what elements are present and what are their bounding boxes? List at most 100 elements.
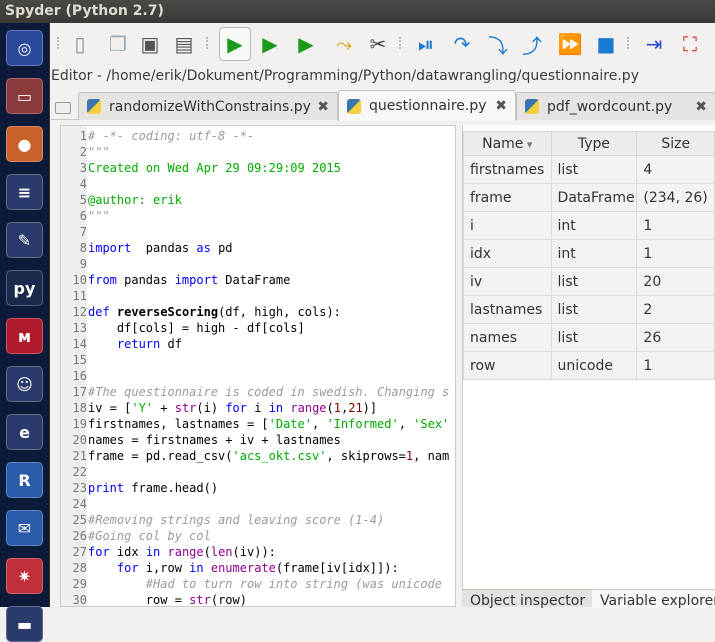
code-line: #Removing strings and leaving score (1-4… xyxy=(88,512,384,528)
column-header-name[interactable]: Name ▾ xyxy=(463,131,552,156)
line-number: 10 xyxy=(72,273,87,287)
bottom-tab[interactable]: Variable explorer xyxy=(592,590,715,608)
line-number: 6 xyxy=(79,209,87,223)
pdf-viewer-icon[interactable]: e xyxy=(6,414,43,450)
table-cell: 1 xyxy=(636,239,715,268)
main-toolbar: ▯ ❐ ▣ ▤ ▶ ▶ ▶ ⤳ ✂ ⏯ ↷ ⤵ ⤴ ⏩ ■ ⇥ ⛶ xyxy=(51,25,715,65)
code-line: def reverseScoring(df, high, cols): xyxy=(88,304,341,320)
maximize-pane-icon[interactable]: ⇥ xyxy=(641,30,667,58)
thunderbird-icon[interactable]: ✉ xyxy=(6,510,43,546)
code-editor[interactable]: 1 2 3 4 5 6 7 8 9 10 11 12 13 14 15 16 17 18 19 20 21 22 23 24 2… xyxy=(60,125,456,607)
code-line: for idx in range(len(iv)): xyxy=(88,544,276,560)
code-token: pandas xyxy=(131,241,197,255)
table-cell: iv xyxy=(463,267,552,296)
table-cell: list xyxy=(550,323,638,352)
r-icon[interactable]: R xyxy=(6,462,43,498)
close-tab-icon[interactable]: ✖ xyxy=(317,99,329,115)
code-token: 'Y' xyxy=(131,401,154,415)
table-row[interactable]: lastnames list 2 xyxy=(463,295,715,324)
toolbar-grip[interactable] xyxy=(57,37,60,49)
open-file-icon[interactable]: ❐ xyxy=(105,30,131,58)
column-header-type[interactable]: Type xyxy=(550,131,638,156)
table-row[interactable]: firstnames list 4 xyxy=(463,155,715,184)
continue-icon[interactable]: ⏩ xyxy=(557,30,583,58)
code-token: for xyxy=(88,561,139,575)
code-token: names = firstnames + iv + lastnames xyxy=(88,433,341,447)
step-return-icon[interactable]: ⤴ xyxy=(519,30,545,58)
editor-tab[interactable]: questionnaire.py ✖ xyxy=(338,90,516,121)
new-file-icon[interactable]: ▯ xyxy=(67,30,93,58)
configure-run-icon[interactable]: ✂ xyxy=(365,30,391,58)
close-tab-icon[interactable]: ✖ xyxy=(495,98,507,114)
line-number-gutter: 1 2 3 4 5 6 7 8 9 10 11 12 13 14 15 16 17 18 19 20 21 22 23 24 2… xyxy=(61,126,87,606)
column-label: Size xyxy=(661,135,691,152)
code-token: DataFrame xyxy=(218,273,291,287)
run-cell-advance-icon[interactable]: ▶ xyxy=(293,30,319,58)
ubuntu-dash-icon[interactable]: ◎ xyxy=(6,30,43,66)
editor-tab[interactable]: randomizeWithConstrains.py ✖ xyxy=(78,92,338,120)
code-line: #The questionnaire is coded in swedish. … xyxy=(88,384,449,400)
pidgin-icon[interactable]: ☺ xyxy=(6,366,43,402)
code-token: df[cols] = high - df[cols] xyxy=(88,321,305,335)
line-number: 4 xyxy=(79,177,87,191)
column-label: Name xyxy=(482,135,524,152)
code-line: return df xyxy=(88,336,182,352)
mendeley-icon[interactable]: ᴍ xyxy=(6,318,43,354)
table-row[interactable]: frame DataFrame (234, 26) xyxy=(463,183,715,212)
python-icon[interactable]: py xyxy=(6,270,43,306)
settings-icon[interactable]: ✎ xyxy=(6,222,43,258)
files-icon[interactable]: ▭ xyxy=(6,78,43,114)
spyder-icon[interactable]: ✷ xyxy=(6,558,43,594)
code-line: df[cols] = high - df[cols] xyxy=(88,320,305,336)
line-number: 29 xyxy=(72,577,87,591)
python-file-icon xyxy=(347,98,361,114)
table-cell: names xyxy=(463,323,552,352)
toolbar-grip[interactable] xyxy=(206,37,209,49)
code-token: import xyxy=(174,273,219,287)
line-number: 3 xyxy=(79,161,87,175)
code-line: #Going col by col xyxy=(88,528,211,544)
close-tab-icon[interactable]: ✖ xyxy=(695,99,707,115)
line-number: 11 xyxy=(72,289,87,303)
table-row[interactable]: names list 26 xyxy=(463,323,715,352)
run-selection-icon[interactable]: ⤳ xyxy=(331,30,357,58)
bottom-tab[interactable]: Object inspector xyxy=(462,590,592,608)
line-number: 27 xyxy=(72,545,87,559)
line-number: 13 xyxy=(72,321,87,335)
step-icon[interactable]: ↷ xyxy=(449,30,475,58)
disk-icon[interactable]: ▬ xyxy=(6,606,43,642)
code-token: #Removing strings and leaving score (1-4… xyxy=(88,513,385,527)
table-cell: unicode xyxy=(550,351,638,380)
editor-tab-bar: randomizeWithConstrains.py ✖ questionnaire… xyxy=(51,90,715,121)
code-token: def xyxy=(88,305,110,319)
code-token: i,row xyxy=(138,561,190,575)
tab-browse-icon[interactable] xyxy=(55,102,71,114)
editor-tab[interactable]: pdf_wordcount.py ✖ xyxy=(516,92,715,120)
writer-icon[interactable]: ≡ xyxy=(6,174,43,210)
table-row[interactable]: idx int 1 xyxy=(463,239,715,268)
run-cell-icon[interactable]: ▶ xyxy=(257,30,283,58)
column-header-size[interactable]: Size xyxy=(636,131,715,156)
save-icon[interactable]: ▣ xyxy=(137,30,163,58)
table-cell: 20 xyxy=(636,267,715,296)
line-number: 26 xyxy=(72,529,87,543)
table-row[interactable]: row unicode 1 xyxy=(463,351,715,380)
debug-icon[interactable]: ⏯ xyxy=(413,30,439,58)
firefox-icon[interactable]: ● xyxy=(6,126,43,162)
stop-debug-icon[interactable]: ■ xyxy=(593,30,619,58)
save-all-icon[interactable]: ▤ xyxy=(171,30,197,58)
step-into-icon[interactable]: ⤵ xyxy=(485,30,511,58)
code-line: iv = ['Y' + str(i) for i in range(1,21)] xyxy=(88,400,377,416)
window-title: Spyder (Python 2.7) xyxy=(5,3,164,19)
table-row[interactable]: iv list 20 xyxy=(463,267,715,296)
toolbar-grip[interactable] xyxy=(627,37,630,49)
code-token: enumerate xyxy=(210,561,276,575)
variable-explorer: Name ▾ Type Size firstnames list 4 frame DataFr… xyxy=(462,125,715,590)
table-row[interactable]: i int 1 xyxy=(463,211,715,240)
fullscreen-icon[interactable]: ⛶ xyxy=(677,30,703,58)
tab-label: randomizeWithConstrains.py xyxy=(109,98,311,115)
run-icon[interactable]: ▶ xyxy=(219,27,251,61)
line-number: 17 xyxy=(72,385,87,399)
toolbar-grip[interactable] xyxy=(399,37,402,49)
